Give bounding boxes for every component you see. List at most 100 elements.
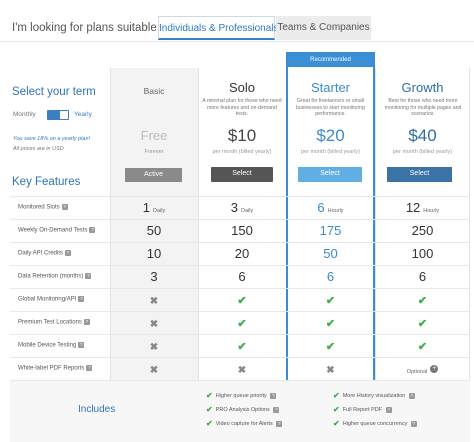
feature-label: Weekly On-Demand Tests? bbox=[18, 227, 96, 234]
check-icon: ✔ bbox=[417, 341, 428, 353]
feature-value: 250 bbox=[411, 223, 434, 238]
plus-icon[interactable]: + bbox=[430, 364, 439, 373]
feature-row: Weekly On-Demand Tests? 50 150 175 250 bbox=[10, 219, 470, 242]
feature-label: Monitored Slots? bbox=[18, 204, 68, 211]
feature-value: 6 bbox=[418, 269, 427, 284]
help-icon[interactable]: ? bbox=[276, 420, 283, 427]
key-features-heading: Key Features bbox=[12, 176, 81, 188]
check-icon: ✔ bbox=[333, 391, 340, 400]
feature-row: Monitored Slots? 1 Daily 3 Daily 6 Hourly 12 Hou… bbox=[10, 196, 470, 219]
recommended-badge: Recommended bbox=[288, 53, 373, 67]
check-icon: ✔ bbox=[325, 318, 336, 330]
yearly-label[interactable]: Yearly bbox=[74, 111, 92, 118]
cross-icon: ✖ bbox=[326, 365, 335, 376]
feature-label: Mobile Device Testing? bbox=[18, 342, 85, 349]
feature-value: 150 bbox=[231, 223, 253, 238]
monthly-label[interactable]: Monthly bbox=[13, 111, 36, 118]
plan-description-solo: A minimal plan for those who need more f… bbox=[202, 98, 282, 117]
feature-value: 50 bbox=[323, 246, 338, 261]
check-icon: ✔ bbox=[237, 318, 247, 330]
plan-price-starter: $20 bbox=[316, 126, 345, 145]
optional-addon[interactable]: Optional+ bbox=[375, 358, 470, 380]
feature-value: 3 bbox=[150, 269, 158, 284]
feature-row: Mobile Device Testing? ✖ ✔ ✔ ✔ bbox=[10, 334, 470, 357]
plan-period-starter: per month (billed yearly) bbox=[301, 149, 360, 155]
cross-icon: ✖ bbox=[149, 296, 159, 307]
feature-row: Data Retention (months)? 3 6 6 6 bbox=[10, 265, 470, 288]
help-icon[interactable]: ? bbox=[385, 406, 392, 413]
includes-heading: Includes bbox=[78, 404, 116, 415]
include-item: ✔ PRO Analysis Options ? bbox=[206, 405, 280, 414]
include-item: ✔ Higher queue concurrency ? bbox=[333, 419, 417, 428]
plan-name-growth: Growth bbox=[401, 80, 444, 95]
select-button-growth[interactable]: Select bbox=[387, 167, 452, 182]
feature-label: Daily API Credits? bbox=[18, 250, 72, 257]
help-icon[interactable]: ? bbox=[410, 420, 417, 427]
tab-individuals-professionals[interactable]: Individuals & Professionals bbox=[158, 16, 279, 40]
feature-row: Daily API Credits? 10 20 50 100 bbox=[10, 242, 470, 265]
feature-label: Premium Test Locations? bbox=[18, 319, 90, 326]
plan-period-growth: per month (billed yearly) bbox=[393, 149, 452, 155]
check-icon: ✔ bbox=[206, 419, 213, 428]
tab-teams-companies[interactable]: Teams & Companies bbox=[276, 16, 371, 40]
help-icon[interactable]: ? bbox=[61, 204, 68, 210]
check-icon: ✔ bbox=[237, 295, 247, 307]
feature-value: 175 bbox=[319, 223, 342, 238]
feature-value: 3 Daily bbox=[230, 200, 254, 215]
cross-icon: ✖ bbox=[149, 365, 159, 376]
plan-name-starter: Starter bbox=[310, 80, 350, 95]
check-icon: ✔ bbox=[237, 341, 247, 353]
feature-value: 20 bbox=[234, 246, 250, 261]
plan-name-basic: Basic bbox=[143, 86, 165, 96]
include-item: ✔ More History visualization ? bbox=[333, 391, 415, 400]
plan-period-basic: Forever bbox=[144, 149, 164, 155]
plan-price-basic: Free bbox=[140, 128, 168, 143]
plan-audience-bar: I'm looking for plans suitable for Indiv… bbox=[0, 0, 474, 52]
feature-label: Data Retention (months)? bbox=[18, 273, 92, 280]
check-icon: ✔ bbox=[333, 419, 340, 428]
help-icon[interactable]: ? bbox=[65, 250, 72, 256]
check-icon: ✔ bbox=[417, 295, 428, 307]
include-item: ✔ Higher queue priority ? bbox=[206, 391, 277, 400]
help-icon[interactable]: ? bbox=[85, 273, 92, 279]
select-button-starter[interactable]: Select bbox=[298, 167, 362, 182]
cross-icon: ✖ bbox=[149, 342, 159, 353]
help-icon[interactable]: ? bbox=[408, 392, 415, 399]
help-icon[interactable]: ? bbox=[273, 406, 280, 413]
check-icon: ✔ bbox=[206, 391, 213, 400]
feature-label: Global Monitoring/API? bbox=[18, 296, 85, 303]
plan-period-solo: per month (billed yearly) bbox=[212, 149, 272, 155]
plan-description-starter: Great for freelancers or small businesse… bbox=[296, 98, 365, 117]
plan-description-growth: Best for those who need more monitoring … bbox=[384, 98, 462, 117]
select-button-solo[interactable]: Select bbox=[211, 167, 273, 182]
feature-value: 12 Hourly bbox=[405, 200, 440, 215]
help-icon[interactable]: ? bbox=[78, 296, 85, 302]
include-item: ✔ Full Report PDF ? bbox=[333, 405, 392, 414]
check-icon: ✔ bbox=[417, 318, 428, 330]
help-icon[interactable]: ? bbox=[86, 365, 93, 371]
term-switch[interactable] bbox=[47, 110, 69, 120]
save-note: You save 18% on a yearly plan! bbox=[13, 136, 91, 142]
feature-value: 6 bbox=[326, 269, 335, 284]
help-icon[interactable]: ? bbox=[83, 319, 90, 325]
feature-row: Premium Test Locations? ✖ ✔ ✔ ✔ bbox=[10, 311, 470, 334]
feature-row: White-label PDF Reports? ✖ ✖ ✖ Optional+ bbox=[10, 357, 470, 380]
plan-name-solo: Solo bbox=[228, 80, 256, 95]
check-icon: ✔ bbox=[325, 341, 336, 353]
help-icon[interactable]: ? bbox=[89, 227, 96, 233]
select-term-heading: Select your term bbox=[12, 86, 96, 98]
feature-value: 6 Hourly bbox=[317, 200, 344, 215]
feature-row: Global Monitoring/API? ✖ ✔ ✔ ✔ bbox=[10, 288, 470, 311]
active-button-basic[interactable]: Active bbox=[125, 168, 182, 182]
feature-value: 1 Daily bbox=[142, 200, 166, 215]
help-icon[interactable]: ? bbox=[270, 392, 277, 399]
check-icon: ✔ bbox=[206, 405, 213, 414]
help-icon[interactable]: ? bbox=[78, 342, 85, 348]
plan-price-growth: $40 bbox=[408, 126, 437, 145]
cross-icon: ✖ bbox=[237, 365, 247, 376]
currency-note: All prices are in USD bbox=[13, 146, 64, 152]
feature-value: 6 bbox=[238, 269, 246, 284]
feature-value: 10 bbox=[146, 246, 162, 261]
switch-knob bbox=[60, 111, 68, 119]
divider bbox=[0, 41, 474, 42]
